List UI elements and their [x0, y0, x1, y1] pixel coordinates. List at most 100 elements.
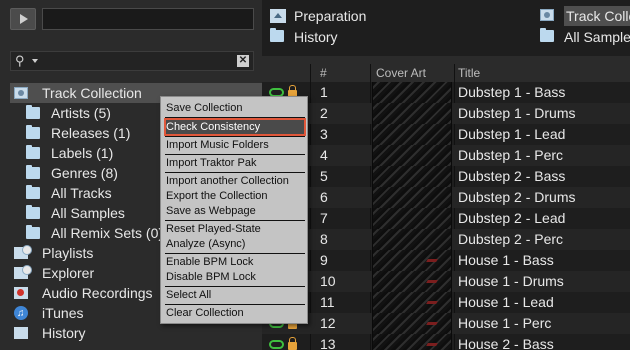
- table-row[interactable]: 10 House 1 - Drums: [262, 271, 630, 292]
- menu-item-select-all[interactable]: Select All: [165, 287, 305, 303]
- table-row[interactable]: 5 Dubstep 2 - Bass: [262, 166, 630, 187]
- track-number: 4: [320, 147, 328, 163]
- track-title: Dubstep 2 - Lead: [458, 210, 566, 226]
- menu-item-disable-bpm-lock[interactable]: Disable BPM Lock: [165, 269, 305, 285]
- menu-item-import-another-collection[interactable]: Import another Collection: [165, 173, 305, 189]
- tree-item-label: iTunes: [42, 305, 84, 321]
- preview-track-display: [42, 8, 254, 30]
- search-input[interactable]: ⚲ ✕: [10, 51, 254, 71]
- cover-art-thumbnail: [372, 82, 452, 103]
- audio-recordings-icon: [14, 287, 28, 299]
- cover-art-thumbnail: [372, 271, 452, 292]
- search-icon[interactable]: ⚲: [15, 53, 25, 69]
- track-title: Dubstep 1 - Lead: [458, 126, 566, 142]
- menu-item-clear-collection[interactable]: Clear Collection: [165, 305, 305, 321]
- track-title: House 2 - Bass: [458, 336, 554, 350]
- cover-art-thumbnail: [372, 145, 452, 166]
- table-row[interactable]: 9 House 1 - Bass: [262, 250, 630, 271]
- menu-item-check-consistency[interactable]: Check Consistency: [164, 118, 306, 136]
- play-icon: [20, 14, 28, 24]
- favorite-label: History: [294, 29, 338, 45]
- context-menu: Save Collection Check Consistency Import…: [160, 96, 308, 324]
- folder-icon: [26, 165, 40, 179]
- collection-icon: [540, 9, 554, 21]
- column-header-title[interactable]: Title: [458, 64, 480, 82]
- favorite-label: All Sample: [564, 29, 630, 45]
- menu-item-reset-played-state[interactable]: Reset Played-State: [165, 221, 305, 237]
- track-number: 5: [320, 168, 328, 184]
- folder-icon: [26, 225, 40, 239]
- cover-art-thumbnail: [372, 229, 452, 250]
- preview-player: [8, 7, 254, 31]
- table-header: # Cover Art Title: [262, 64, 630, 82]
- track-title: Dubstep 1 - Perc: [458, 147, 564, 163]
- tree-item-label: History: [42, 325, 86, 341]
- favorite-label: Preparation: [294, 8, 367, 24]
- link-icon: [269, 340, 284, 349]
- table-row[interactable]: 8 Dubstep 2 - Perc: [262, 229, 630, 250]
- panel-divider: [262, 56, 630, 64]
- track-number: 9: [320, 252, 328, 268]
- tree-item-label: All Remix Sets (0): [51, 225, 164, 241]
- favorite-label: Track Colle: [564, 6, 630, 26]
- menu-item-save-as-webpage[interactable]: Save as Webpage: [165, 203, 305, 219]
- track-number: 11: [320, 294, 335, 310]
- track-number: 1: [320, 84, 328, 100]
- track-title: Dubstep 1 - Drums: [458, 105, 576, 121]
- clear-search-icon[interactable]: ✕: [237, 55, 249, 67]
- menu-item-import-music-folders[interactable]: Import Music Folders: [165, 137, 305, 153]
- cover-art-thumbnail: [372, 187, 452, 208]
- tree-item-label: All Tracks: [51, 185, 112, 201]
- cover-art-thumbnail: [372, 334, 452, 350]
- tree-item-label: Releases (1): [51, 125, 131, 141]
- cover-art-thumbnail: [372, 292, 452, 313]
- tree-item-label: Explorer: [42, 265, 95, 281]
- home-icon: [270, 9, 286, 23]
- track-title: Dubstep 2 - Bass: [458, 168, 566, 184]
- menu-item-import-traktor-pak[interactable]: Import Traktor Pak: [165, 155, 305, 171]
- cover-art-thumbnail: [372, 124, 452, 145]
- track-number: 8: [320, 231, 328, 247]
- chevron-down-icon[interactable]: [32, 59, 38, 63]
- tree-item-label: Playlists: [42, 245, 94, 261]
- table-row[interactable]: 12 House 1 - Perc: [262, 313, 630, 334]
- table-row[interactable]: 4 Dubstep 1 - Perc: [262, 145, 630, 166]
- folder-icon: [540, 28, 554, 42]
- history-icon: [14, 327, 28, 339]
- folder-icon: [270, 28, 284, 42]
- menu-item-analyze-async[interactable]: Analyze (Async): [165, 236, 305, 252]
- tree-item-label: Audio Recordings: [42, 285, 153, 301]
- track-number: 7: [320, 210, 328, 226]
- playlists-icon: [14, 245, 32, 259]
- cover-art-thumbnail: [372, 166, 452, 187]
- menu-separator: [165, 117, 305, 118]
- lock-icon: [288, 337, 297, 350]
- track-number: 13: [320, 336, 336, 350]
- menu-item-export-collection[interactable]: Export the Collection: [165, 188, 305, 204]
- tree-item-label: Genres (8): [51, 165, 118, 181]
- folder-icon: [26, 205, 40, 219]
- folder-icon: [26, 145, 40, 159]
- table-row[interactable]: 7 Dubstep 2 - Lead: [262, 208, 630, 229]
- preview-play-button[interactable]: [10, 8, 36, 30]
- track-title: House 1 - Bass: [458, 252, 554, 268]
- tree-item-label: All Samples: [51, 205, 125, 221]
- table-row[interactable]: 11 House 1 - Lead: [262, 292, 630, 313]
- tree-item-label: Track Collection: [42, 85, 142, 101]
- table-row[interactable]: 13 House 2 - Bass: [262, 334, 630, 350]
- menu-item-enable-bpm-lock[interactable]: Enable BPM Lock: [165, 254, 305, 270]
- collection-icon: [14, 87, 28, 99]
- track-number: 10: [320, 273, 336, 289]
- tree-item-label: Labels (1): [51, 145, 114, 161]
- table-row[interactable]: 1 Dubstep 1 - Bass: [262, 82, 630, 103]
- table-row[interactable]: 3 Dubstep 1 - Lead: [262, 124, 630, 145]
- menu-item-save-collection[interactable]: Save Collection: [165, 100, 305, 116]
- folder-icon: [26, 185, 40, 199]
- track-number: 12: [320, 315, 336, 331]
- column-header-number[interactable]: #: [320, 64, 327, 82]
- folder-icon: [26, 125, 40, 139]
- table-row[interactable]: 2 Dubstep 1 - Drums: [262, 103, 630, 124]
- column-header-cover-art[interactable]: Cover Art: [376, 64, 426, 82]
- table-row[interactable]: 6 Dubstep 2 - Drums: [262, 187, 630, 208]
- explorer-icon: [14, 265, 32, 279]
